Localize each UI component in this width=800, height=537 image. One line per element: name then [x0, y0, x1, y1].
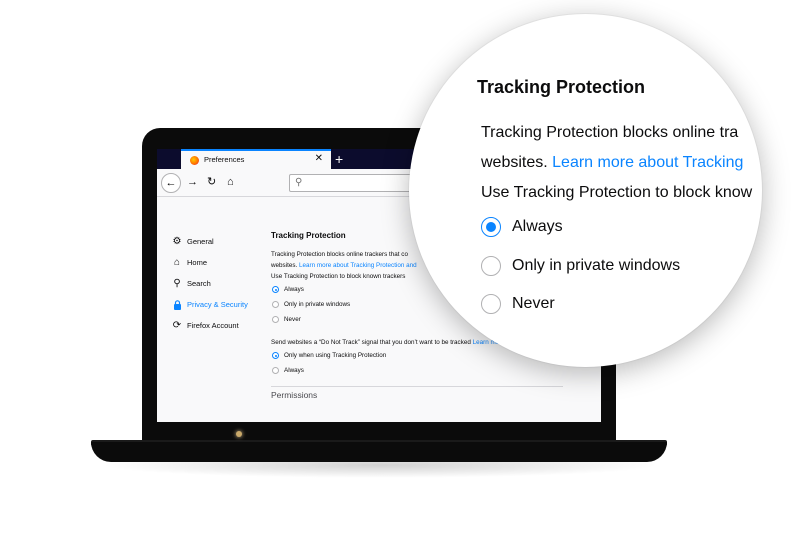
gear-icon: ⚙: [172, 236, 182, 247]
permissions-heading: Permissions: [271, 390, 318, 400]
sidebar-item-home[interactable]: ⌂ Home: [171, 252, 271, 273]
magnified-option-private[interactable]: Only in private windows: [481, 255, 680, 277]
magnified-option-never[interactable]: Never: [481, 293, 555, 315]
radio-label: Always: [284, 367, 304, 374]
tracking-desc-prefix: websites.: [271, 262, 299, 269]
tab-preferences[interactable]: Preferences ✕: [181, 149, 331, 169]
sidebar-item-label: Home: [187, 258, 208, 267]
magnified-desc-line3: Use Tracking Protection to block know: [481, 184, 753, 201]
sidebar-item-search[interactable]: ⚲ Search: [171, 273, 271, 294]
search-icon: ⚲: [295, 177, 303, 188]
radio-label: Only when using Tracking Protection: [284, 352, 387, 359]
radio-icon[interactable]: [481, 256, 501, 276]
sidebar-item-privacy-security[interactable]: Privacy & Security: [171, 294, 271, 315]
radio-label: Only in private windows: [512, 257, 681, 274]
radio-selected-icon[interactable]: [272, 352, 279, 359]
tab-title: Preferences: [204, 155, 245, 164]
sidebar-item-general[interactable]: ⚙ General: [171, 231, 271, 252]
magnified-heading: Tracking Protection: [477, 77, 646, 97]
magnifier-lens: Tracking Protection Tracking Protection …: [409, 14, 762, 367]
stage: Preferences ✕ + ← → ↻ ⌂ ⚲ ⚙ General ⌂ Ho…: [0, 0, 800, 537]
radio-label: Always: [512, 218, 563, 235]
sidebar-item-firefox-account[interactable]: ⟳ Firefox Account: [171, 315, 271, 336]
sidebar-item-label: General: [187, 237, 214, 246]
prefs-sidebar: ⚙ General ⌂ Home ⚲ Search Privacy & Secu…: [171, 231, 271, 336]
close-icon[interactable]: ✕: [315, 153, 323, 164]
laptop-base: [91, 442, 667, 462]
new-tab-button[interactable]: +: [335, 149, 343, 169]
radio-label: Never: [512, 295, 555, 312]
sync-icon: ⟳: [172, 320, 182, 331]
radio-label: Never: [284, 316, 301, 323]
radio-selected-icon[interactable]: [481, 217, 501, 237]
sidebar-item-label: Privacy & Security: [187, 300, 248, 309]
magnified-desc-line1: Tracking Protection blocks online tra: [481, 124, 739, 141]
section-divider: [271, 386, 563, 387]
radio-icon[interactable]: [272, 316, 279, 323]
camera-light: [236, 431, 242, 437]
sidebar-item-label: Search: [187, 279, 211, 288]
back-button[interactable]: ←: [161, 173, 181, 193]
magnified-desc-line2: websites. Learn more about Tracking: [481, 154, 743, 172]
radio-label: Always: [284, 286, 304, 293]
reload-button[interactable]: ↻: [207, 175, 216, 189]
sidebar-item-label: Firefox Account: [187, 321, 239, 330]
radio-selected-icon[interactable]: [272, 286, 279, 293]
magnifier-content: Tracking Protection Tracking Protection …: [409, 14, 762, 367]
magnified-option-always[interactable]: Always: [481, 216, 563, 238]
radio-icon[interactable]: [272, 301, 279, 308]
forward-button[interactable]: →: [187, 175, 198, 189]
magnified-learn-more-link[interactable]: Learn more about Tracking: [552, 154, 743, 171]
radio-icon[interactable]: [272, 367, 279, 374]
home-icon: ⌂: [173, 257, 181, 268]
radio-label: Only in private windows: [284, 301, 351, 308]
radio-icon[interactable]: [481, 294, 501, 314]
search-icon: ⚲: [173, 278, 181, 289]
magnified-desc-prefix: websites.: [481, 154, 553, 171]
home-button[interactable]: ⌂: [227, 175, 234, 189]
firefox-icon: [190, 156, 199, 165]
learn-more-link[interactable]: Learn more about Tracking Protection and: [299, 262, 417, 269]
